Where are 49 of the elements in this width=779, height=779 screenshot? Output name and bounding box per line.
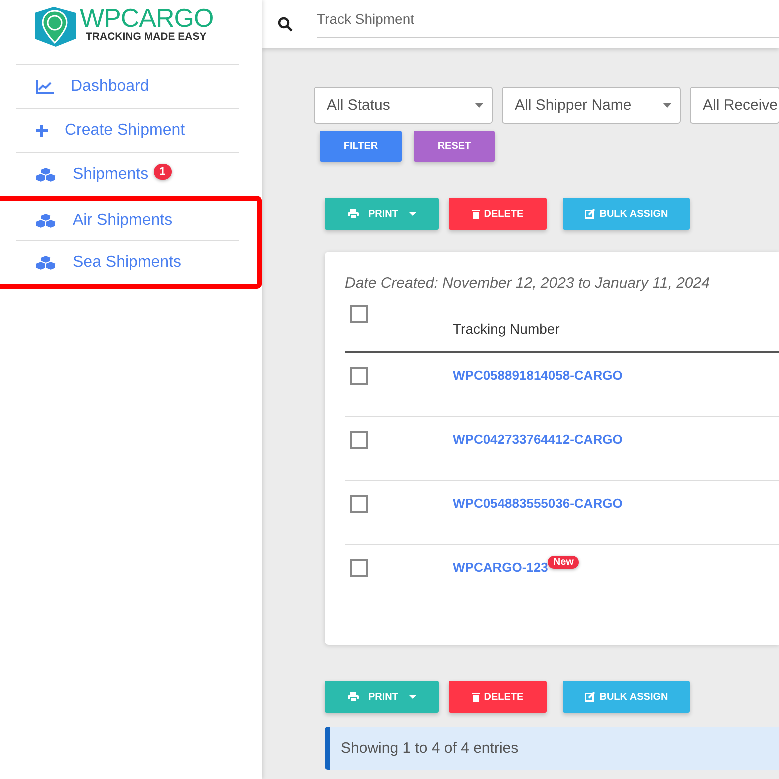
count-badge: 1: [154, 164, 172, 180]
bulk-assign-button[interactable]: BULK ASSIGN: [563, 198, 690, 230]
column-header: Tracking Number: [453, 321, 560, 339]
print-button[interactable]: PRINT: [325, 681, 439, 713]
print-button[interactable]: PRINT: [325, 198, 439, 230]
checkbox[interactable]: [350, 495, 368, 513]
tracking-number-link[interactable]: WPC042733764412-CARGO: [453, 432, 623, 447]
search-icon: [278, 16, 293, 32]
logo-title: WPCARGO: [80, 5, 214, 31]
entries-info: Showing 1 to 4 of 4 entries: [325, 727, 779, 770]
logo-icon: [32, 5, 78, 49]
edit-icon: [584, 209, 596, 219]
tracking-number-link[interactable]: WPCARGO-123: [453, 560, 548, 575]
chart-icon: [36, 80, 54, 94]
cubes-icon: [36, 212, 56, 228]
bulk-assign-button[interactable]: BULK ASSIGN: [563, 681, 690, 713]
plus-icon: [36, 124, 48, 136]
printer-icon: [348, 209, 358, 219]
caret-icon: [408, 695, 416, 699]
trash-icon: [472, 692, 480, 702]
filter-dropdown[interactable]: All Shipper Name: [502, 87, 681, 124]
checkbox[interactable]: [350, 367, 368, 385]
sidebar-item[interactable]: Sea Shipments: [16, 248, 182, 278]
tracking-number-link[interactable]: WPC054883555036-CARGO: [453, 496, 623, 511]
filter-dropdown[interactable]: All Status: [314, 87, 493, 124]
caret-icon: [663, 103, 672, 108]
caret-icon: [408, 212, 416, 216]
checkbox[interactable]: [350, 559, 368, 577]
trash-icon: [472, 209, 480, 219]
edit-icon: [584, 692, 596, 702]
cubes-icon: [36, 254, 56, 270]
sidebar-item[interactable]: Shipments: [16, 160, 149, 190]
new-badge: New: [548, 556, 579, 569]
caret-icon: [475, 103, 484, 108]
printer-icon: [348, 692, 358, 702]
sidebar-item[interactable]: Air Shipments: [16, 206, 173, 236]
logo-tagline: TRACKING MADE EASY: [86, 31, 208, 43]
cubes-icon: [36, 166, 56, 182]
delete-button[interactable]: DELETE: [449, 681, 547, 713]
sidebar-item[interactable]: Create Shipment: [16, 116, 186, 146]
delete-button[interactable]: DELETE: [449, 198, 547, 230]
filter-button[interactable]: FILTER: [320, 131, 402, 162]
checkbox[interactable]: [350, 305, 368, 323]
filter-dropdown[interactable]: All Receive: [690, 87, 779, 124]
sidebar-item[interactable]: Dashboard: [16, 72, 150, 102]
checkbox[interactable]: [350, 431, 368, 449]
date-range-text: Date Created: November 12, 2023 to January 11, 2024: [345, 274, 711, 292]
reset-button[interactable]: RESET: [414, 131, 495, 162]
tracking-number-link[interactable]: WPC058891814058-CARGO: [453, 368, 623, 383]
